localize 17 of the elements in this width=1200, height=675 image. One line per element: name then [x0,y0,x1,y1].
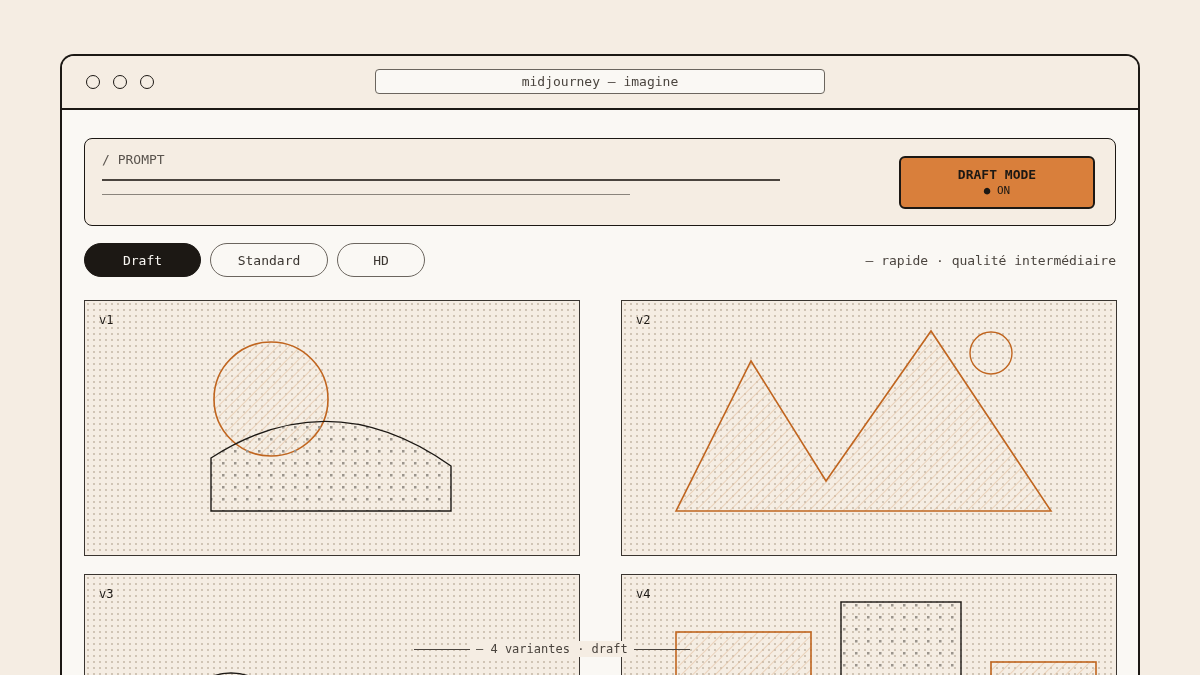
variant-tile[interactable]: v1 [84,300,580,556]
quality-tab[interactable]: Standard [210,243,328,277]
address-bar[interactable]: midjourney — imagine [375,69,825,94]
quality-tab[interactable]: Draft [84,243,201,277]
sun-circle-drawing [969,331,1013,375]
variant-label: v1 [99,313,114,327]
draft-mode-button[interactable]: DRAFT MODE ● ON [899,155,1095,209]
input-line[interactable] [102,179,780,181]
variant-label: v4 [636,587,651,601]
input-line[interactable] [102,194,630,195]
variant-label: v2 [636,313,651,327]
variant-label: v3 [99,587,114,601]
variant-tile[interactable]: v2 [621,300,1117,556]
caption-text: — 4 variantes · draft [470,641,634,657]
quality-tab[interactable]: HD [337,243,425,277]
quality-hint: — rapide · qualité intermédiaire [865,252,1116,268]
prompt-label: / PROMPT [102,152,166,167]
